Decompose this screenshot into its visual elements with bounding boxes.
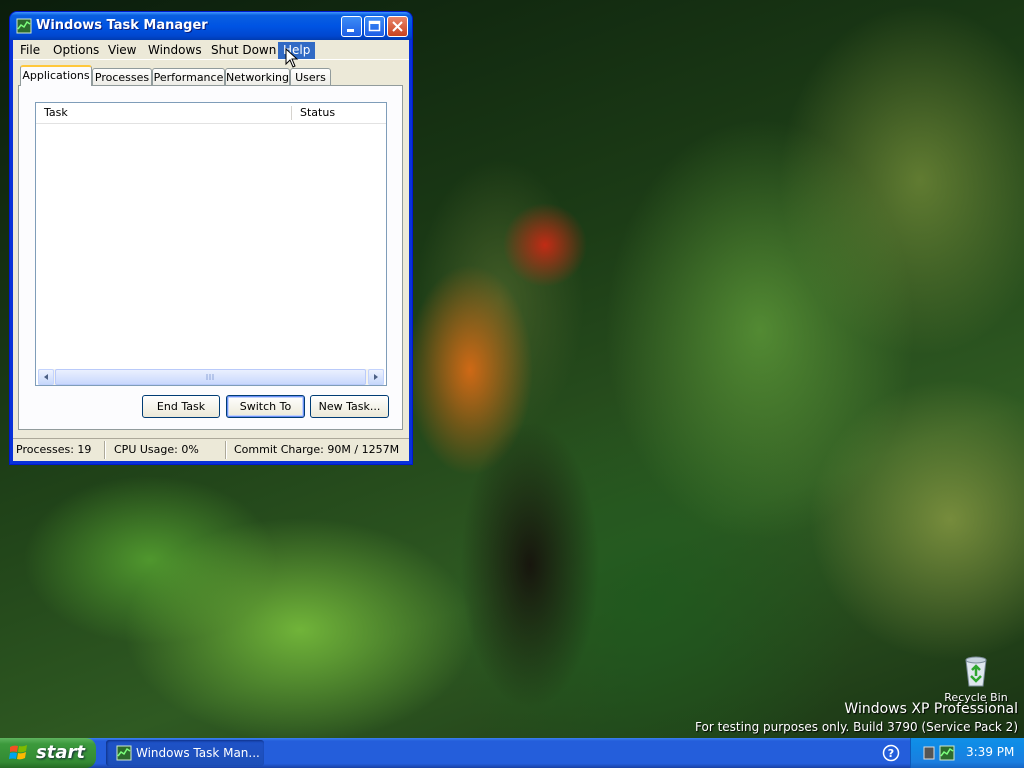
scroll-left-button[interactable] (38, 369, 54, 385)
menu-file[interactable]: File (15, 42, 45, 59)
task-manager-window: Windows Task Manager File Options View W… (10, 12, 412, 464)
start-label: start (36, 742, 85, 763)
wallpaper-frog (460, 420, 600, 710)
taskbar: start Windows Task Man... ? 3:39 PM (0, 738, 1024, 768)
taskbar-item-label: Windows Task Man... (136, 746, 260, 760)
recycle-bin-icon (965, 656, 987, 687)
tab-performance[interactable]: Performance (152, 68, 225, 86)
menu-bar: File Options View Windows Shut Down Help (13, 40, 409, 60)
tab-users[interactable]: Users (290, 68, 331, 86)
menu-shut-down[interactable]: Shut Down (206, 42, 281, 59)
arrow-left-icon (44, 374, 48, 380)
status-divider (104, 441, 106, 459)
start-button[interactable]: start (0, 738, 96, 768)
minimize-button[interactable] (341, 16, 362, 37)
tab-processes[interactable]: Processes (92, 68, 152, 86)
maximize-icon (368, 20, 381, 32)
menu-view[interactable]: View (103, 42, 141, 59)
status-divider (225, 441, 227, 459)
mouse-cursor-icon (285, 48, 299, 68)
status-bar: Processes: 19 CPU Usage: 0% Commit Charg… (13, 438, 409, 461)
clock[interactable]: 3:39 PM (966, 745, 1014, 759)
window-title: Windows Task Manager (36, 18, 208, 33)
tab-networking[interactable]: Networking (225, 68, 290, 86)
close-button[interactable] (387, 16, 408, 37)
status-processes: Processes: 19 (16, 443, 92, 456)
maximize-button[interactable] (364, 16, 385, 37)
window-body: File Options View Windows Shut Down Help… (13, 40, 409, 461)
os-edition-watermark: Windows XP Professional (844, 701, 1018, 717)
task-list[interactable]: Task Status (35, 102, 387, 386)
menu-windows[interactable]: Windows (143, 42, 207, 59)
system-tray: 3:39 PM (910, 738, 1024, 768)
svg-text:?: ? (888, 747, 894, 760)
tray-app-icon[interactable] (923, 746, 935, 760)
menu-divider (13, 59, 409, 60)
minimize-icon (347, 29, 354, 32)
scrollbar-thumb[interactable] (55, 369, 366, 385)
task-manager-tray-icon[interactable] (939, 745, 955, 761)
task-manager-app-icon (16, 18, 32, 34)
close-icon (392, 21, 403, 32)
tab-applications[interactable]: Applications (20, 65, 92, 86)
title-bar[interactable]: Windows Task Manager (10, 12, 412, 40)
grip-icon (206, 374, 214, 380)
new-task-button[interactable]: New Task... (310, 395, 389, 418)
column-task[interactable]: Task (36, 103, 292, 123)
scroll-right-button[interactable] (368, 369, 384, 385)
menu-options[interactable]: Options (48, 42, 104, 59)
taskbar-item-task-manager[interactable]: Windows Task Man... (106, 740, 264, 766)
status-cpu-usage: CPU Usage: 0% (114, 443, 199, 456)
column-status[interactable]: Status (292, 103, 386, 123)
arrow-right-icon (374, 374, 378, 380)
windows-logo-icon (9, 745, 27, 760)
switch-to-button[interactable]: Switch To (226, 395, 305, 418)
help-icon[interactable]: ? (882, 744, 900, 762)
horizontal-scrollbar[interactable] (38, 369, 384, 385)
build-info-watermark: For testing purposes only. Build 3790 (S… (695, 720, 1018, 734)
task-list-header: Task Status (36, 103, 386, 124)
end-task-button[interactable]: End Task (142, 395, 220, 418)
recycle-bin[interactable]: Recycle Bin (944, 654, 1008, 704)
task-manager-app-icon (116, 745, 132, 761)
status-commit-charge: Commit Charge: 90M / 1257M (234, 443, 400, 456)
